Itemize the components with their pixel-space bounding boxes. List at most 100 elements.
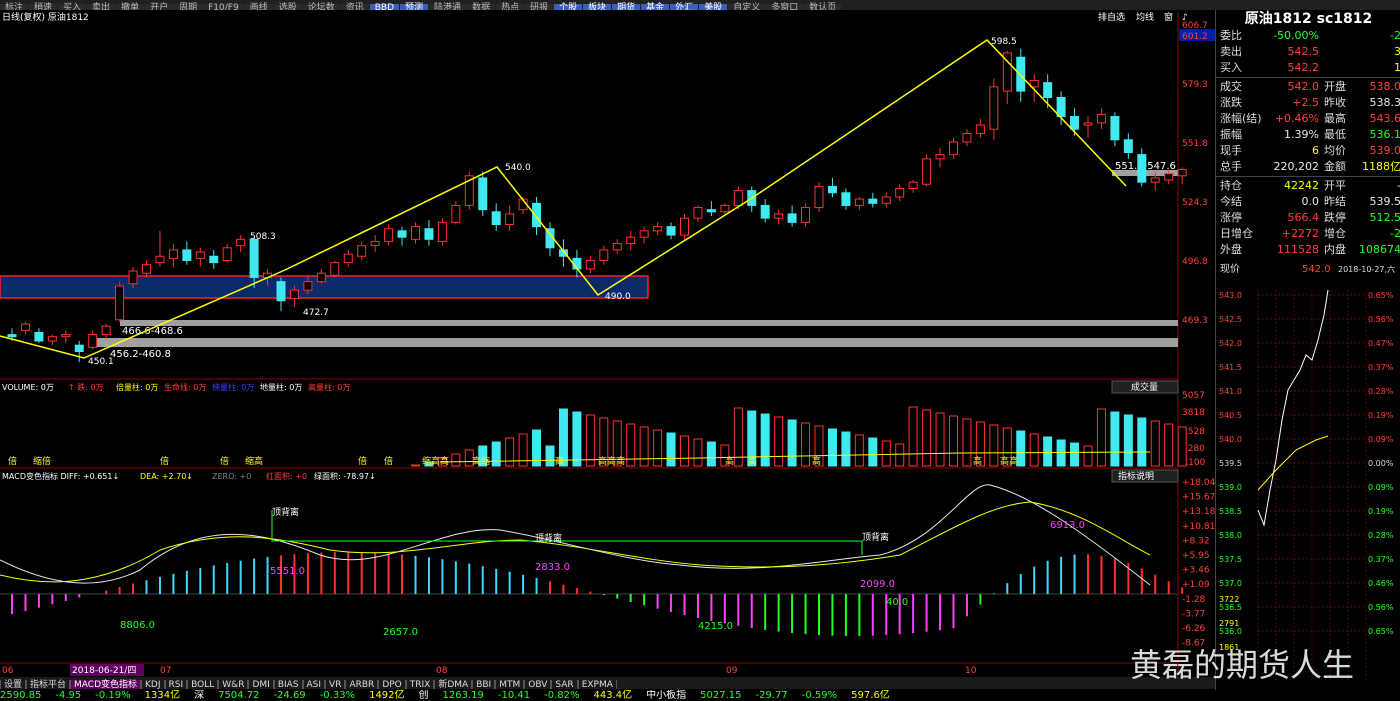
candle xyxy=(975,118,985,138)
volume-bar xyxy=(1177,426,1187,467)
quote-v2: 543.6 xyxy=(1369,112,1400,125)
candle xyxy=(801,203,811,227)
indicator-tab[interactable]: ARBR xyxy=(345,680,379,689)
volume-label: 高缩 xyxy=(472,455,490,467)
volume-bar xyxy=(922,409,932,467)
volume-bar xyxy=(505,437,515,467)
status-value: 1263.19 xyxy=(442,690,484,701)
quote-v1: -50.00% xyxy=(1273,29,1319,42)
indicator-tab[interactable]: OBV xyxy=(524,680,552,689)
volume-bar xyxy=(935,412,945,467)
volume-bar xyxy=(949,415,958,467)
peak-label: 598.5 xyxy=(991,37,1017,47)
volume-header: 高量柱: 0万 xyxy=(308,382,350,392)
candle xyxy=(1110,112,1120,147)
indicator-tab[interactable]: EXPMA xyxy=(577,680,617,689)
chart-header-item: 窗 xyxy=(1164,11,1173,23)
price-block: 成交 542.0 开盘 538.0 涨跌 +2.5 昨收 538.3 涨幅(结) +0.46% 最高… xyxy=(1216,79,1400,175)
indicator-tab[interactable]: VR xyxy=(325,680,346,689)
quote-v1: +2272 xyxy=(1281,227,1319,240)
candle xyxy=(478,171,488,217)
volume-bar xyxy=(653,429,663,467)
intraday-axis-left: 540.5 xyxy=(1219,411,1242,420)
macd-axis-label: +3.46 xyxy=(1182,566,1210,576)
volume-bar xyxy=(774,416,784,467)
intraday-label: 现价 xyxy=(1220,263,1240,275)
candle xyxy=(20,321,30,335)
price-axis-label: 469.3 xyxy=(1182,316,1208,326)
candle xyxy=(47,334,57,346)
quote-v1: 6 xyxy=(1312,144,1319,157)
volume-header: VOLUME: 0万 xyxy=(2,383,54,392)
intraday-axis-left: 538.5 xyxy=(1219,507,1242,516)
volume-bar xyxy=(451,453,461,467)
x-axis-label: 10 xyxy=(965,666,977,676)
indicator-tab[interactable]: TRIX xyxy=(405,680,435,689)
quote-l1: 委比 xyxy=(1220,29,1242,42)
volume-bar xyxy=(908,406,918,467)
quote-v2: 536.1 xyxy=(1369,128,1400,141)
candle xyxy=(491,203,501,231)
indicator-tab[interactable]: DPO xyxy=(378,680,406,689)
quote-v2: 3 xyxy=(1394,45,1400,58)
status-value: 1334亿 xyxy=(144,690,181,701)
indicator-tab[interactable]: MTM xyxy=(495,680,525,689)
status-value: 1492亿 xyxy=(369,690,405,701)
macd-axis-label: +15.67 xyxy=(1182,493,1215,503)
volume-bar xyxy=(827,428,837,467)
status-value: -0.33% xyxy=(319,690,356,701)
candle xyxy=(182,241,192,265)
volume-bar xyxy=(545,445,555,467)
indicator-tab[interactable]: DMI xyxy=(248,680,274,689)
intraday-axis-right: 0.65% xyxy=(1368,291,1394,300)
indicator-tab[interactable]: BIAS xyxy=(273,680,303,689)
candle xyxy=(209,249,219,269)
candle xyxy=(653,222,663,236)
quote-row: 涨幅(结) +0.46% 最高 543.6 xyxy=(1216,111,1400,127)
intraday-axis-left: 542.0 xyxy=(1219,339,1242,348)
volume-label: 高高 xyxy=(1000,455,1018,467)
intraday-axis-right: 0.19% xyxy=(1368,507,1394,516)
price-axis-label: 601.2 xyxy=(1182,32,1208,42)
indicator-tab[interactable]: 新DMA xyxy=(434,680,473,689)
quote-row: 卖出 542.5 3 xyxy=(1216,44,1400,60)
volume-button-label: 成交量 xyxy=(1131,381,1158,393)
quote-row: 外盘 111528 内盘 108674 xyxy=(1216,242,1400,258)
volume-bar xyxy=(626,423,636,467)
peak-label: 472.7 xyxy=(303,308,329,318)
chart-header-item: 均线 xyxy=(1136,11,1154,23)
quote-v1: 542.2 xyxy=(1287,61,1320,74)
quote-v1: 542.0 xyxy=(1287,80,1320,93)
candle xyxy=(424,220,434,246)
candle xyxy=(370,235,380,253)
x-axis-label: 06 xyxy=(2,666,14,676)
indicator-tab[interactable]: MACD变色指标 xyxy=(70,680,142,689)
indicator-tab[interactable]: RSI xyxy=(164,680,188,689)
intraday-price: 542.0 xyxy=(1302,264,1331,275)
indicator-tab[interactable]: 指标平台 xyxy=(26,680,71,689)
indicator-tab[interactable]: BBI xyxy=(472,680,496,689)
indicator-tab[interactable]: 设置 xyxy=(0,680,27,689)
quote-l1: 买入 xyxy=(1220,61,1242,74)
indicator-tab[interactable]: W&R xyxy=(218,680,249,689)
candle xyxy=(989,78,999,140)
indicator-tab[interactable]: BOLL xyxy=(187,680,219,689)
indicator-tab[interactable]: SAR xyxy=(551,680,578,689)
candle xyxy=(276,277,286,312)
status-value: -0.19% xyxy=(95,690,131,701)
intraday-axis-right: 0.28% xyxy=(1368,531,1394,540)
quote-v2: 512.5 xyxy=(1369,211,1400,224)
chart-header-item: 排自选 xyxy=(1098,11,1125,23)
intraday-axis-right: 0.00% xyxy=(1368,459,1394,468)
volume-label: 缩倍 xyxy=(33,455,51,467)
quote-l1: 振幅 xyxy=(1220,128,1242,141)
indicator-tab[interactable]: KDJ xyxy=(141,680,165,689)
volume-bar xyxy=(760,413,770,467)
indicator-tab[interactable]: ASI xyxy=(302,680,326,689)
volume-bar xyxy=(411,464,420,467)
candle xyxy=(1096,108,1106,130)
price-axis-label: 496.8 xyxy=(1182,257,1208,267)
quote-l1: 总手 xyxy=(1220,160,1242,173)
candle xyxy=(545,222,555,257)
x-axis-label: 08 xyxy=(436,666,448,676)
